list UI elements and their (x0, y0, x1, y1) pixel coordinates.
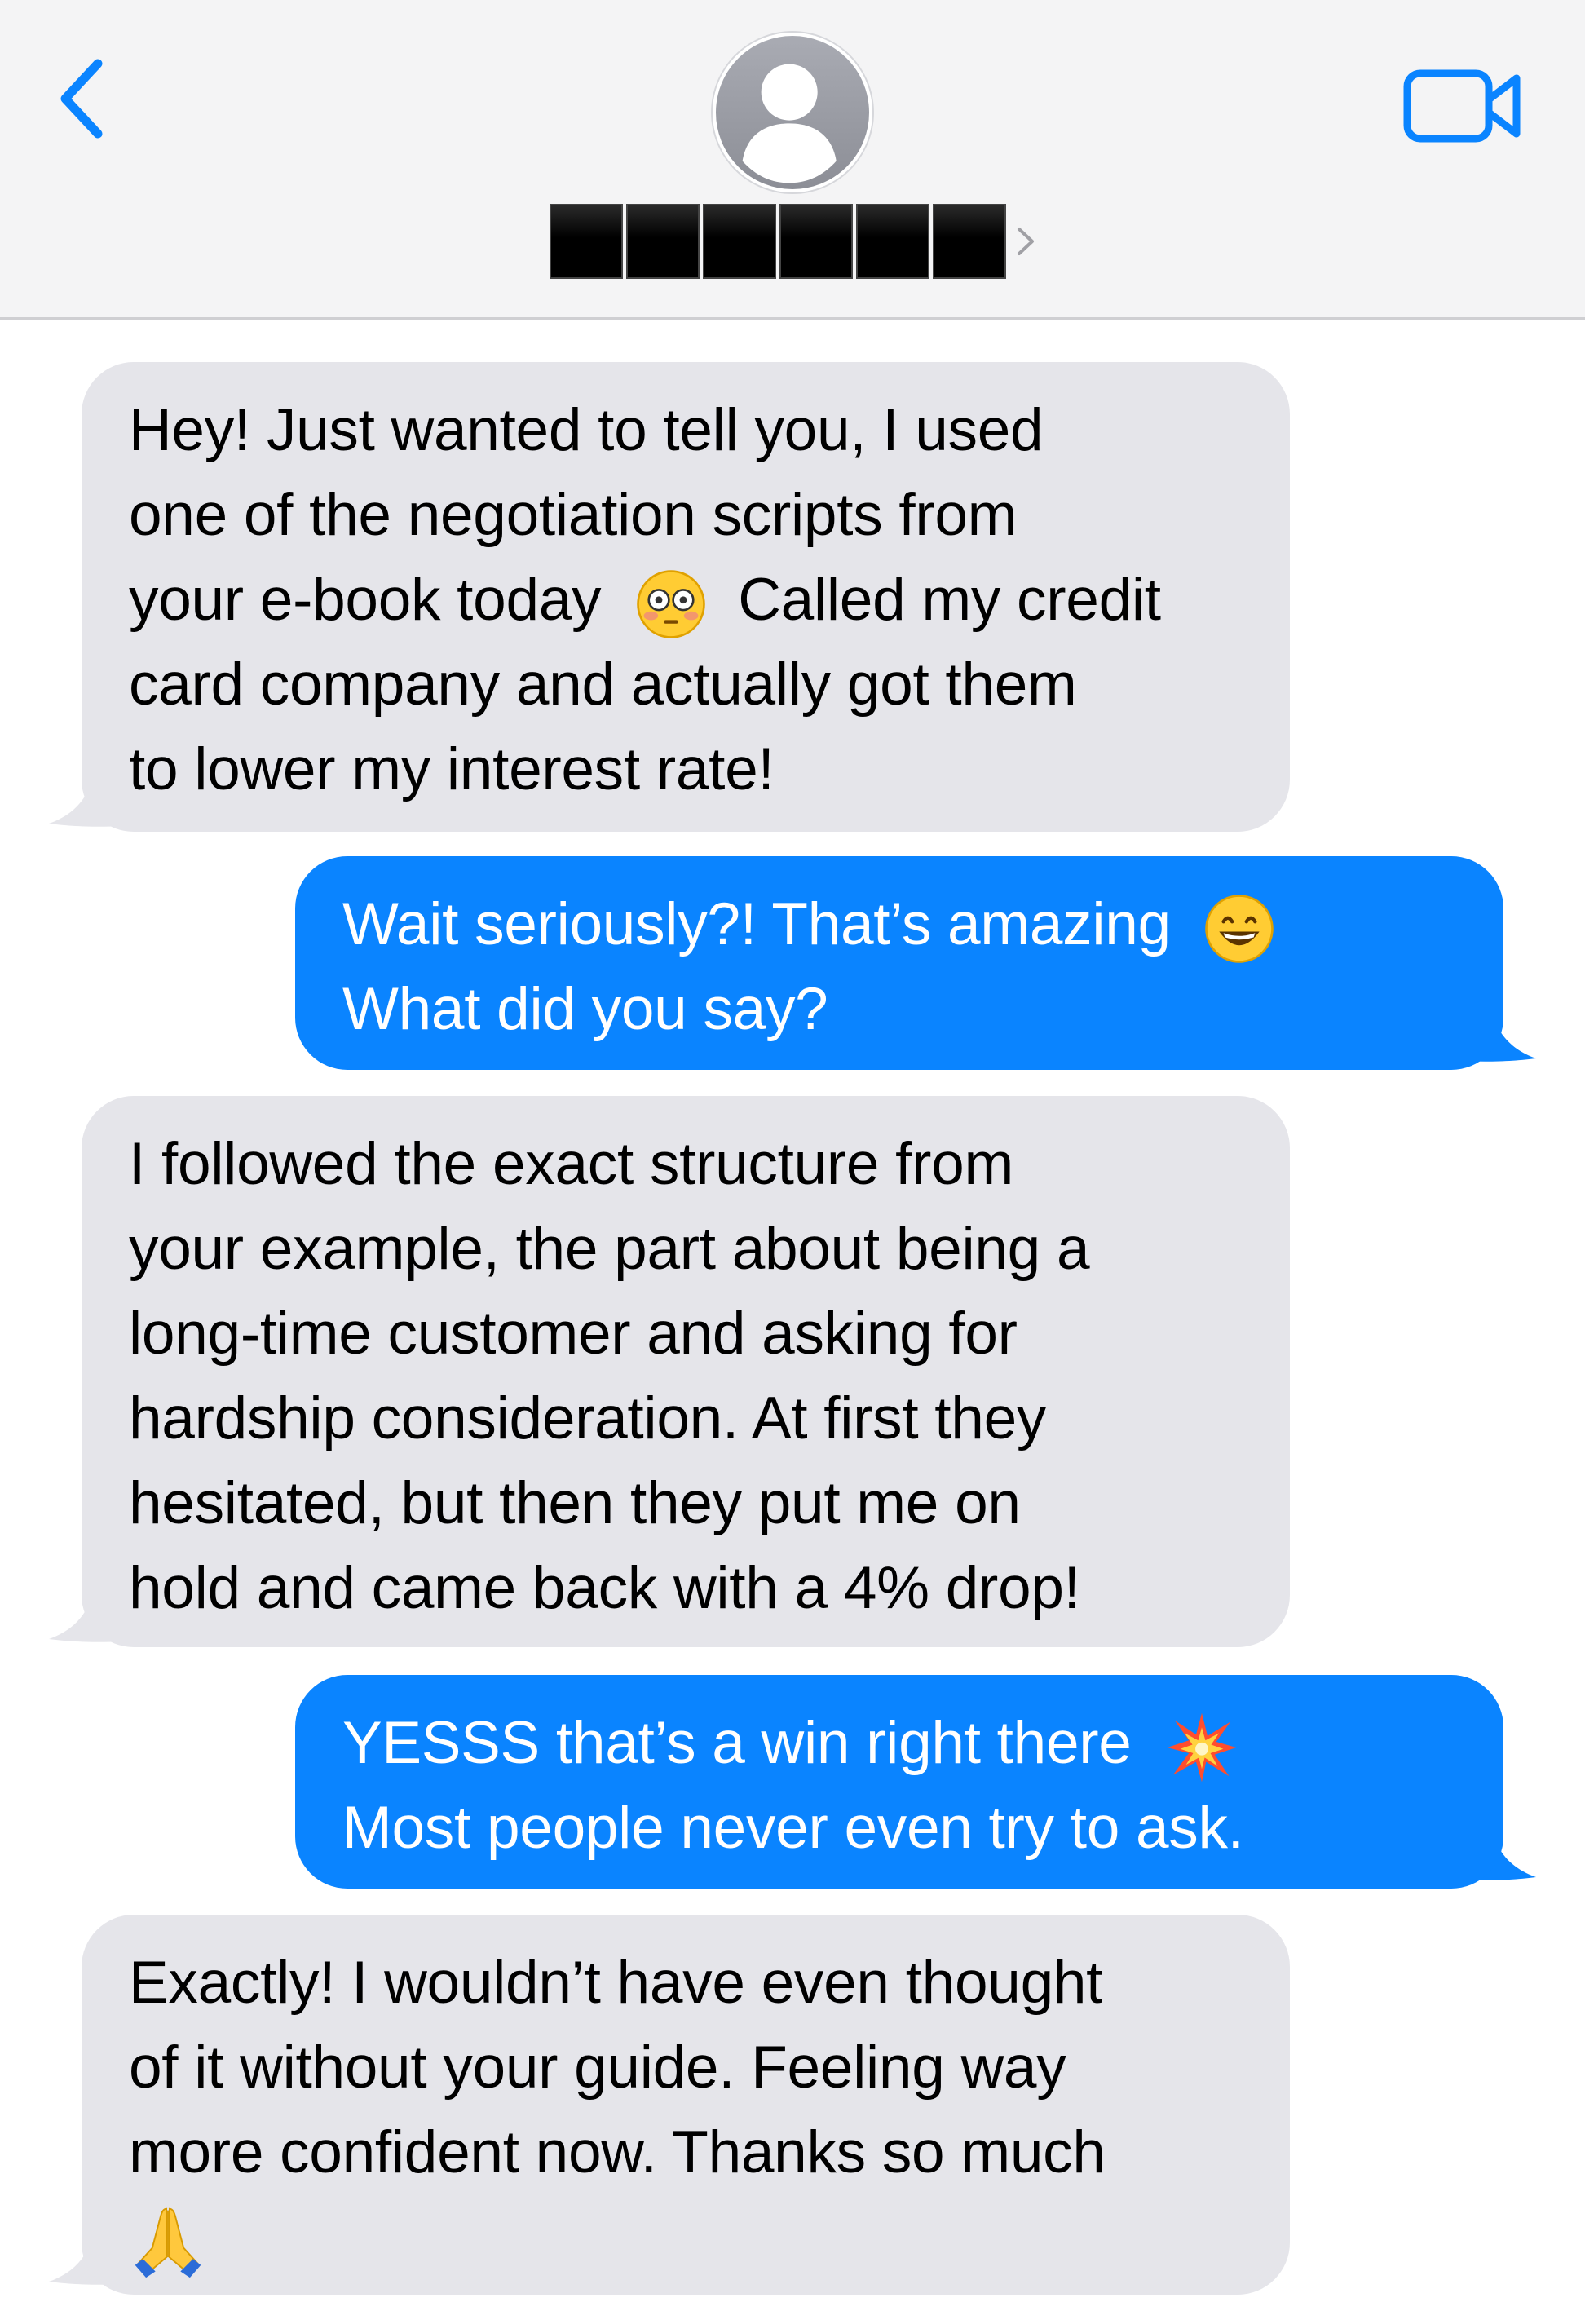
message-line: card company and actually got them (129, 652, 1077, 718)
message-line: more confident now. Thanks so much (129, 2119, 1106, 2185)
conversation-header: █ █ █ █ █ █ (0, 0, 1585, 320)
message-line: hardship consideration. At first they (129, 1385, 1047, 1451)
redaction-block: █ (626, 204, 700, 279)
message-line: hesitated, but then they put me on (129, 1470, 1021, 1536)
grinning-face-emoji (1205, 894, 1274, 963)
outgoing-message-bubble[interactable]: YESSS that’s a win right there Most peop… (295, 1675, 1503, 1889)
message-line: Most people never even try to ask. (342, 1795, 1244, 1861)
message-text: Called my credit (738, 567, 1161, 633)
folded-hands-emoji (135, 2207, 201, 2278)
redaction-block: █ (550, 204, 623, 279)
message-line-emoji-only (129, 2195, 1244, 2280)
messages-screen: █ █ █ █ █ █ Hey! Just wanted to tell you… (0, 0, 1585, 2324)
redaction-block: █ (703, 204, 776, 279)
collision-emoji (1167, 1712, 1236, 1782)
redacted-name: █ █ █ █ █ █ (550, 204, 1006, 279)
message-line: one of the negotiation scripts from (129, 482, 1018, 548)
incoming-message-bubble[interactable]: I followed the exact structure from your… (82, 1096, 1290, 1647)
video-camera-icon[interactable] (1402, 67, 1523, 145)
contact-avatar[interactable] (713, 33, 872, 192)
message-line: I followed the exact structure from (129, 1131, 1013, 1197)
incoming-message-bubble[interactable]: Hey! Just wanted to tell you, I used one… (82, 362, 1290, 832)
incoming-message-bubble[interactable]: Exactly! I wouldn’t have even thought of… (82, 1915, 1290, 2295)
message-line: What did you say? (342, 976, 828, 1042)
message-line: your example, the part about being a (129, 1216, 1090, 1282)
redaction-block: █ (856, 204, 929, 279)
chevron-right-icon (1018, 228, 1034, 255)
message-line-with-emoji: Wait seriously?! That’s amazing (342, 882, 1458, 967)
message-line-with-emoji: YESSS that’s a win right there (342, 1701, 1458, 1786)
flushed-face-emoji (637, 569, 706, 638)
message-text: your e-book today (129, 567, 602, 633)
message-line: to lower my interest rate! (129, 736, 775, 802)
redaction-block: █ (933, 204, 1006, 279)
outgoing-message-bubble[interactable]: Wait seriously?! That’s amazing What did… (295, 856, 1503, 1070)
message-line: Exactly! I wouldn’t have even thought (129, 1950, 1103, 2016)
message-text: YESSS that’s a win right there (342, 1710, 1132, 1776)
message-line: hold and came back with a 4% drop! (129, 1555, 1080, 1621)
message-line: of it without your guide. Feeling way (129, 2035, 1066, 2101)
chevron-left-icon[interactable] (51, 54, 116, 144)
message-line: Hey! Just wanted to tell you, I used (129, 397, 1044, 463)
person-silhouette-icon (742, 64, 837, 183)
message-line-with-emoji: your e-book today Called my credit (129, 558, 1244, 643)
redaction-block: █ (779, 204, 853, 279)
contact-name[interactable]: █ █ █ █ █ █ (550, 202, 1037, 281)
message-text: Wait seriously?! That’s amazing (342, 891, 1171, 957)
message-line: long-time customer and asking for (129, 1301, 1018, 1367)
